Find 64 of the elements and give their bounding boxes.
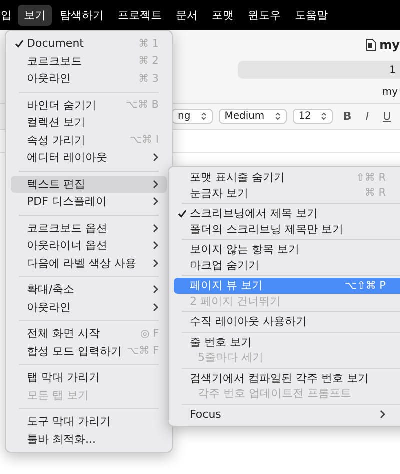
menu-item[interactable]: 폴더의 스크리브닝 제목만 보기 bbox=[174, 222, 400, 237]
shortcut-text: ⇧⌘ R bbox=[356, 172, 387, 184]
shortcut-text: ◎ F bbox=[140, 328, 159, 340]
shortcut-text: ⌥⌘ B bbox=[126, 99, 159, 112]
menu-bar-item[interactable]: 도움말 bbox=[289, 4, 334, 26]
shortcut-text: ⌥⇧⌘ P bbox=[344, 280, 387, 292]
shortcut-text: ⌘ 3 bbox=[138, 72, 159, 85]
shortcut-text: ⌘ R bbox=[364, 187, 387, 200]
menu-item[interactable]: 스크리브닝에서 제목 보기 bbox=[174, 206, 400, 222]
stepper-icon bbox=[274, 112, 281, 121]
menu-item[interactable]: 툴바 최적화... bbox=[11, 430, 167, 448]
menu-item[interactable]: 포맷 표시줄 숨기기 ⇧⌘ R bbox=[174, 170, 400, 186]
shortcut-text: ⌥⌘ I bbox=[130, 134, 159, 146]
menu-bar-item[interactable]: 포맷 bbox=[206, 4, 240, 26]
menu-item[interactable]: 컬렉션 보기 bbox=[11, 114, 167, 132]
document-title: my bbox=[380, 38, 400, 52]
shortcut-text: ⌘ 1 bbox=[138, 38, 159, 50]
menu-item[interactable]: 아웃라인 ⌘ 3 bbox=[11, 70, 167, 88]
menu-bar-item[interactable]: 탐색하기 bbox=[54, 4, 110, 26]
chevron-right-icon bbox=[153, 153, 159, 162]
menu-item[interactable]: 코르크보드 ⌘ 2 bbox=[11, 52, 167, 70]
menu-item[interactable]: 탭 막대 가리기 bbox=[11, 369, 167, 386]
menu-bar-item[interactable]: 문서 bbox=[170, 4, 204, 26]
menu-item[interactable]: 다음에 라벨 색상 사용 bbox=[11, 254, 167, 272]
menu-bar-item[interactable]: 입 bbox=[1, 4, 16, 26]
menu-item[interactable]: Document ⌘ 1 bbox=[11, 35, 167, 52]
shortcut-text: ⌥⌘ F bbox=[127, 345, 159, 358]
chevron-right-icon bbox=[380, 410, 386, 419]
menu-item[interactable]: 속성 가리기 ⌥⌘ I bbox=[11, 132, 167, 149]
menu-item[interactable]: Focus bbox=[174, 406, 400, 422]
menu-item[interactable]: 눈금자 보기 ⌘ R bbox=[174, 186, 400, 201]
menu-item[interactable]: 도구 막대 가리기 bbox=[11, 413, 167, 430]
menu-item[interactable]: 보이지 않는 항목 보기 bbox=[174, 242, 400, 258]
italic-button[interactable]: I bbox=[362, 110, 374, 123]
document-icon bbox=[366, 39, 376, 51]
underline-button[interactable]: U bbox=[379, 110, 396, 123]
search-field[interactable]: 1 bbox=[238, 61, 400, 79]
checkmark-icon bbox=[178, 210, 187, 218]
menu-item[interactable]: 수직 레이아웃 사용하기 bbox=[174, 314, 400, 330]
stepper-icon bbox=[321, 112, 328, 121]
menu-item[interactable]: 합성 모드 입력하기 ⌥⌘ F bbox=[11, 342, 167, 360]
stepper-icon bbox=[200, 112, 207, 121]
menu-item[interactable]: 줄 번호 보기 bbox=[174, 334, 400, 350]
menu-item[interactable]: PDF 디스플레이 bbox=[11, 193, 167, 210]
menu-bar-item[interactable]: 보기 bbox=[18, 4, 52, 26]
menu-item[interactable]: 에디터 레이아웃 bbox=[11, 149, 167, 166]
format-dropdown[interactable]: 12 bbox=[292, 109, 334, 124]
menu-item[interactable]: 아웃라인 bbox=[11, 298, 167, 316]
menu-bar-item[interactable]: 윈도우 bbox=[242, 4, 287, 26]
format-dropdown[interactable]: ng bbox=[172, 109, 213, 124]
menu-item[interactable]: 검색기에서 컴파일된 각주 번호 보기 bbox=[174, 370, 400, 386]
menu-item[interactable]: 코르크보드 옵션 bbox=[11, 220, 167, 237]
menu-item[interactable]: 텍스트 편집 bbox=[11, 176, 167, 193]
menu-item[interactable]: 바인더 숨기기 ⌥⌘ B bbox=[11, 96, 167, 114]
bold-button[interactable]: B bbox=[339, 110, 356, 123]
menu-item[interactable]: 전체 화면 시작 ◎ F bbox=[11, 325, 167, 342]
document-path: my bbox=[382, 87, 399, 98]
checkmark-icon bbox=[15, 40, 24, 48]
format-dropdown[interactable]: Medium bbox=[218, 109, 287, 124]
menu-item[interactable]: 확대/축소 bbox=[11, 281, 167, 298]
menu-item[interactable]: 아웃라이너 옵션 bbox=[11, 237, 167, 254]
menu-item[interactable]: 마크업 숨기기 bbox=[174, 258, 400, 273]
menu-bar-item[interactable]: 프로젝트 bbox=[112, 4, 168, 26]
shortcut-text: ⌘ 2 bbox=[138, 55, 159, 68]
